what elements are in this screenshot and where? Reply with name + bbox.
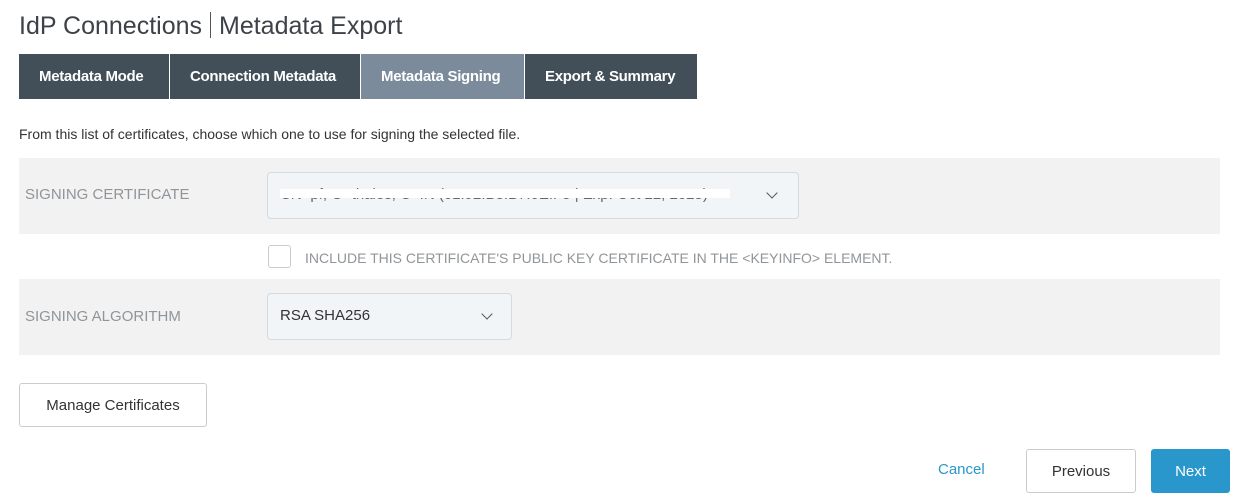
- page-title: IdP Connections Metadata Export: [19, 12, 402, 41]
- chevron-down-icon: [766, 187, 778, 199]
- title-divider: [210, 12, 211, 38]
- tab-metadata-mode[interactable]: Metadata Mode: [19, 54, 170, 99]
- include-keyinfo-label: INCLUDE THIS CERTIFICATE'S PUBLIC KEY CE…: [305, 250, 893, 266]
- chevron-down-icon: [481, 308, 493, 320]
- cancel-link[interactable]: Cancel: [938, 461, 985, 478]
- signing-certificate-select[interactable]: CN=pf, O=thales, C=IN (01:92:B3:B7:0E:F5…: [267, 172, 799, 219]
- signing-certificate-row: SIGNING CERTIFICATE CN=pf, O=thales, C=I…: [19, 158, 1220, 234]
- previous-button[interactable]: Previous: [1026, 449, 1136, 493]
- signing-certificate-label: SIGNING CERTIFICATE: [25, 186, 190, 203]
- signing-algorithm-label: SIGNING ALGORITHM: [25, 308, 181, 325]
- redaction-bar: [280, 189, 730, 198]
- wizard-tabs: Metadata Mode Connection Metadata Metada…: [19, 54, 697, 99]
- intro-text: From this list of certificates, choose w…: [19, 126, 521, 142]
- tab-export-summary[interactable]: Export & Summary: [525, 54, 697, 99]
- tab-connection-metadata[interactable]: Connection Metadata: [170, 54, 361, 99]
- next-button[interactable]: Next: [1151, 449, 1230, 493]
- signing-algorithm-select[interactable]: RSA SHA256: [267, 293, 512, 340]
- signing-algorithm-value: RSA SHA256: [280, 307, 371, 324]
- manage-certificates-button[interactable]: Manage Certificates: [19, 383, 207, 427]
- signing-algorithm-row: SIGNING ALGORITHM RSA SHA256: [19, 279, 1220, 355]
- tab-metadata-signing[interactable]: Metadata Signing: [361, 54, 525, 99]
- title-section: IdP Connections: [19, 12, 202, 40]
- title-page: Metadata Export: [219, 12, 403, 40]
- include-keyinfo-checkbox[interactable]: [268, 245, 291, 268]
